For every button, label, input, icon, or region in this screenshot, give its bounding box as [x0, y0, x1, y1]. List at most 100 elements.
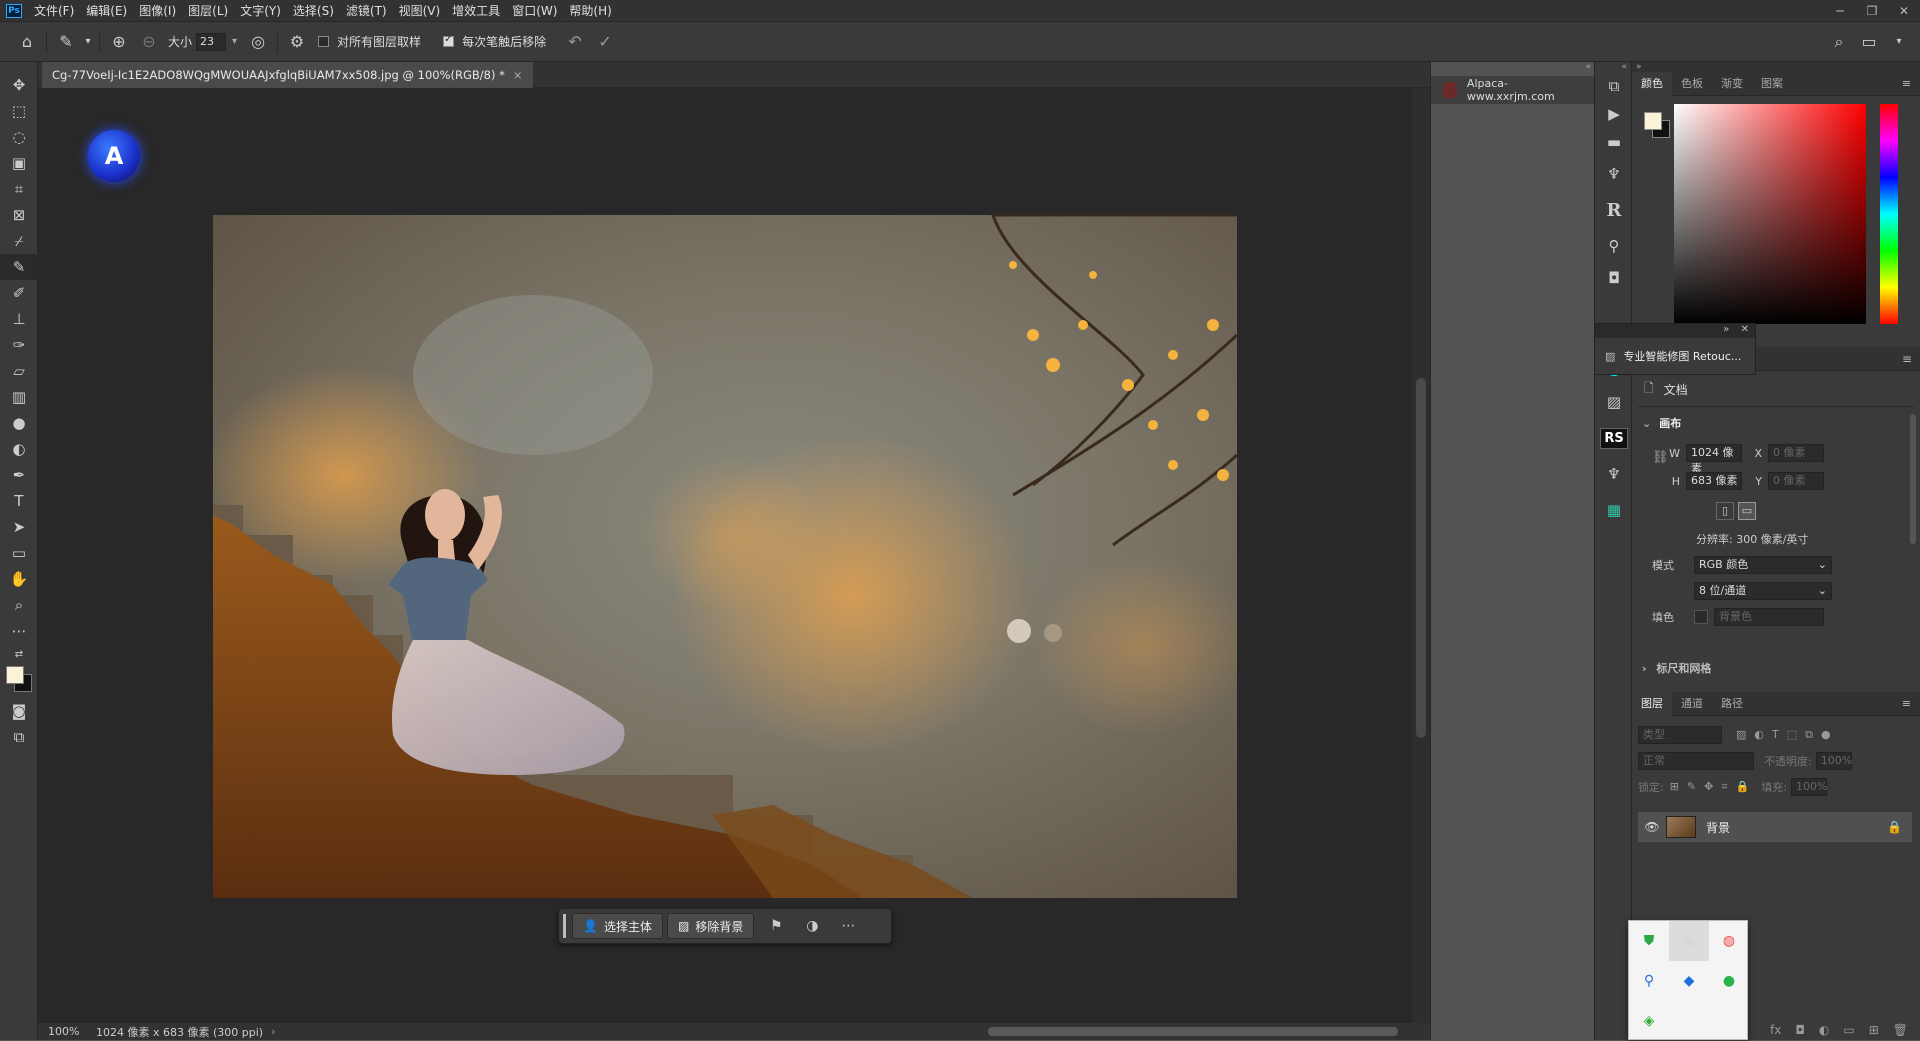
canvas-section-header[interactable]: ⌄ 画布 — [1642, 412, 1912, 434]
mask-icon[interactable]: ◘ — [1795, 1023, 1805, 1037]
eraser-tool-icon[interactable]: ▱ — [0, 358, 38, 384]
home-icon[interactable]: ⌂ — [12, 27, 42, 57]
remove-tool-icon[interactable]: ✎ — [0, 254, 38, 280]
remove-tool-icon[interactable]: ✎ — [51, 27, 81, 57]
close-tab-icon[interactable]: × — [513, 62, 523, 88]
wechat-icon[interactable]: ● — [1709, 961, 1749, 1001]
foreground-color-swatch[interactable] — [1644, 112, 1662, 130]
zoom-tool-icon[interactable]: ⌕ — [0, 592, 38, 618]
opacity-field[interactable]: 100% — [1815, 752, 1852, 770]
adjust-icon[interactable]: ◑ — [794, 913, 830, 939]
float-close-icon[interactable]: ✕ — [1741, 324, 1749, 335]
horizontal-scrollbar[interactable] — [398, 1023, 1408, 1040]
rulers-grid-section-header[interactable]: › 标尺和网格 — [1642, 660, 1711, 674]
history-brush-icon[interactable]: ✑ — [0, 332, 38, 358]
menu-plugins[interactable]: 增效工具 — [446, 0, 506, 22]
rs-plugin-icon[interactable]: RS — [1595, 420, 1633, 456]
camera-icon[interactable]: ◘ — [1595, 264, 1633, 292]
pressure-icon[interactable]: ◎ — [243, 27, 273, 57]
comments-icon[interactable]: ▬ — [1595, 128, 1633, 156]
restore-icon[interactable]: ❐ — [1856, 0, 1888, 22]
security-shield-icon[interactable]: ⛊ — [1629, 921, 1669, 961]
frame-tool-icon[interactable]: ⊠ — [0, 202, 38, 228]
tab-gradients[interactable]: 渐变 — [1712, 72, 1752, 96]
gear-icon[interactable]: ⚙ — [282, 27, 312, 57]
portrait-icon[interactable]: ▯ — [1716, 502, 1734, 520]
bit-depth-select[interactable]: 8 位/通道 ⌄ — [1694, 582, 1832, 600]
lock-icons[interactable]: ⊞✎✥⌗🔒 — [1670, 780, 1758, 794]
landscape-icon[interactable]: ▭ — [1738, 502, 1756, 520]
new-layer-icon[interactable]: ⊞ — [1869, 1023, 1879, 1037]
remove-background-button[interactable]: ▨ 移除背景 — [666, 913, 755, 939]
menu-view[interactable]: 视图(V) — [393, 0, 447, 22]
vertical-scrollbar[interactable] — [1412, 88, 1430, 1023]
size-input[interactable]: 23 — [196, 32, 227, 51]
tab-patterns[interactable]: 图案 — [1752, 72, 1792, 96]
magnifier-icon[interactable]: ⚲ — [1595, 228, 1633, 264]
blend-mode-select[interactable]: 正常 — [1638, 752, 1754, 770]
brush-tool-icon[interactable]: ✐ — [0, 280, 38, 306]
mode-select[interactable]: RGB 颜色 ⌄ — [1694, 556, 1832, 574]
retouch-pro-icon[interactable]: R — [1595, 192, 1633, 228]
ai-plugin-icon[interactable]: ▦ — [1595, 492, 1633, 528]
float-panel-header[interactable]: » ✕ — [1595, 324, 1755, 338]
stamp-tool-icon[interactable]: ⊥ — [0, 306, 38, 332]
layer-filter-input[interactable]: 类型 — [1638, 726, 1722, 744]
actions-play-icon[interactable]: ▶ — [1595, 100, 1633, 128]
menu-layer[interactable]: 图层(L) — [182, 0, 234, 22]
hue-slider[interactable] — [1880, 104, 1898, 324]
expand-icon[interactable]: » — [1723, 324, 1729, 335]
tab-paths[interactable]: 路径 — [1712, 692, 1752, 716]
cloud-app-icon[interactable]: ◆ — [1669, 961, 1709, 1001]
flag-icon[interactable]: ⚑ — [758, 913, 794, 939]
subtract-brush-icon[interactable]: ⊖ — [134, 27, 164, 57]
document-tab[interactable]: Cg-77VoeIj-Ic1E2ADO8WQgMWOUAAJxfglqBiUAM… — [42, 62, 533, 88]
select-subject-button[interactable]: 👤 选择主体 — [572, 913, 663, 939]
collapse-icon[interactable]: « — [1431, 62, 1595, 72]
height-field[interactable]: 683 像素 — [1686, 472, 1742, 490]
menu-filter[interactable]: 滤镜(T) — [340, 0, 393, 22]
y-field[interactable]: 0 像素 — [1768, 472, 1824, 490]
fx-icon[interactable]: fx — [1770, 1023, 1781, 1037]
collapse-icon[interactable]: » — [1632, 62, 1920, 72]
retouch-panel-item[interactable]: ▨ 专业智能修图 Retouc... — [1595, 338, 1755, 374]
brush-plugin-icon[interactable]: ♆ — [1595, 456, 1633, 492]
eyedropper-tool-icon[interactable]: ⌿ — [0, 228, 38, 254]
menu-select[interactable]: 选择(S) — [287, 0, 340, 22]
trash-icon[interactable]: 🗑 — [1893, 1023, 1908, 1037]
swap-colors-icon[interactable]: ⇄ — [0, 644, 38, 664]
menu-window[interactable]: 窗口(W) — [506, 0, 563, 22]
menu-edit[interactable]: 编辑(E) — [80, 0, 133, 22]
adjustment-icon[interactable]: ◐ — [1819, 1023, 1829, 1037]
zoom-level[interactable]: 100% — [48, 1025, 90, 1038]
folder-icon[interactable]: ▭ — [1843, 1023, 1854, 1037]
link-icon[interactable]: ⛓ — [1652, 450, 1669, 465]
rectangle-tool-icon[interactable]: ▭ — [0, 540, 38, 566]
panel-menu-icon[interactable]: ≡ — [1893, 692, 1920, 716]
layer-filter-icons[interactable]: ▨◐T⬚⧉● — [1736, 728, 1839, 742]
plugin-item[interactable]: Alpaca-www.xxrjm.com — [1431, 76, 1595, 104]
fill-color-swatch[interactable] — [1694, 610, 1708, 624]
hand-tool-icon[interactable]: ✋ — [0, 566, 38, 592]
chevron-down-icon[interactable]: ▾ — [1884, 27, 1914, 57]
more-tools-icon[interactable]: ⋯ — [0, 618, 38, 644]
menu-image[interactable]: 图像(I) — [133, 0, 182, 22]
add-brush-icon[interactable]: ⊕ — [104, 27, 134, 57]
width-field[interactable]: 1024 像素 — [1686, 444, 1742, 475]
image-panel-icon[interactable]: ▨ — [1595, 384, 1633, 420]
foreground-swatch[interactable] — [6, 666, 24, 684]
commit-check-icon[interactable]: ✓ — [590, 27, 620, 57]
horizontal-scroll-thumb[interactable] — [988, 1027, 1398, 1036]
dodge-tool-icon[interactable]: ◐ — [0, 436, 38, 462]
panel-menu-icon[interactable]: ≡ — [1902, 352, 1912, 366]
tab-layers[interactable]: 图层 — [1632, 691, 1672, 716]
document-image[interactable] — [213, 215, 1237, 898]
fill-opacity-field[interactable]: 100% — [1790, 778, 1827, 796]
chrome-icon[interactable]: ◍ — [1709, 921, 1749, 961]
collapse-icon[interactable]: « — [1595, 62, 1631, 72]
type-tool-icon[interactable]: T — [0, 488, 38, 514]
menu-help[interactable]: 帮助(H) — [563, 0, 617, 22]
search-icon[interactable]: ⌕ — [1824, 27, 1854, 57]
color-swatches[interactable] — [0, 664, 37, 698]
properties-scrollbar[interactable] — [1910, 414, 1916, 544]
